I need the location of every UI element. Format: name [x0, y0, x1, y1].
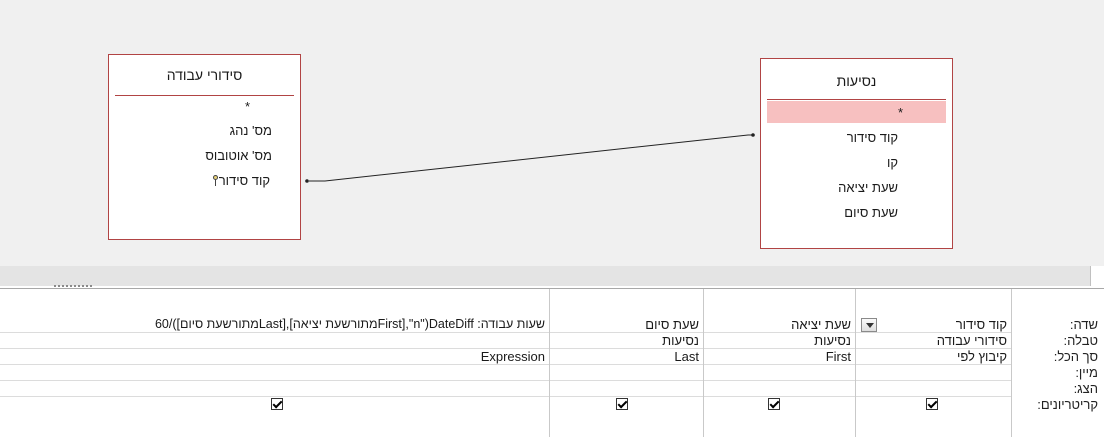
cell-table[interactable]: נסיעות	[550, 333, 703, 349]
field-all[interactable]: *	[245, 99, 250, 114]
field-departure-time[interactable]: שעת יציאה	[838, 180, 898, 195]
cell-sort[interactable]	[704, 365, 855, 381]
cell-total[interactable]: Expression	[0, 349, 549, 365]
table-box-trips[interactable]: נסיעות * קוד סידור קו שעת יציאה שעת סיום	[760, 58, 953, 249]
cell-total[interactable]: קיבוץ לפי	[856, 349, 1011, 365]
field-line[interactable]: קו	[887, 155, 898, 170]
table-title-separator	[115, 95, 294, 96]
cell-sort[interactable]	[0, 365, 549, 381]
row-label-sort: מיין:	[1075, 365, 1098, 380]
splitter-grip[interactable]	[54, 285, 94, 287]
row-label-table: טבלה:	[1063, 333, 1098, 348]
chevron-down-icon[interactable]	[861, 318, 877, 332]
field-schedule-code[interactable]: קוד סידור	[211, 173, 270, 188]
cell-field[interactable]: שעת סיום	[550, 317, 703, 333]
grid-column-1[interactable]: קוד סידור סידורי עבודה קיבוץ לפי	[855, 289, 1012, 437]
row-label-field: שדה:	[1069, 317, 1098, 332]
cell-criteria[interactable]	[704, 397, 855, 413]
cell-sort[interactable]	[856, 365, 1011, 381]
splitter-tab[interactable]	[1090, 266, 1104, 286]
cell-show	[0, 381, 549, 397]
pane-splitter[interactable]	[0, 266, 1090, 286]
field-label: קוד סידור	[218, 173, 270, 188]
cell-sort[interactable]	[550, 365, 703, 381]
field-end-time[interactable]: שעת סיום	[844, 205, 898, 220]
field-schedule-code[interactable]: קוד סידור	[847, 130, 898, 145]
table-title: נסיעות	[836, 73, 877, 89]
row-label-criteria: קריטריונים:	[1037, 397, 1098, 412]
cell-show	[550, 381, 703, 397]
cell-field[interactable]: שעות עבודה: DateDiff("n",[Firstמתורשעת י…	[0, 317, 549, 333]
cell-show	[704, 381, 855, 397]
cell-table[interactable]	[0, 333, 549, 349]
table-box-work-schedules[interactable]: סידורי עבודה * מס' נהג מס' אוטובוס קוד ס…	[108, 54, 301, 240]
field-all[interactable]: *	[898, 105, 903, 120]
table-title: סידורי עבודה	[166, 67, 243, 83]
grid-column-2[interactable]: שעת יציאה נסיעות First	[703, 289, 855, 437]
key-icon	[212, 175, 219, 186]
field-all-selection	[767, 101, 946, 123]
cell-show	[856, 381, 1011, 397]
table-title-separator	[767, 99, 946, 100]
cell-total[interactable]: Last	[550, 349, 703, 365]
relationship-pane[interactable]: סידורי עבודה * מס' נהג מס' אוטובוס קוד ס…	[0, 0, 1104, 266]
grid-column-3[interactable]: שעת סיום נסיעות Last	[549, 289, 703, 437]
grid-column-4[interactable]: שעות עבודה: DateDiff("n",[Firstמתורשעת י…	[0, 289, 549, 437]
cell-field[interactable]: קוד סידור	[856, 317, 1011, 333]
field-bus-no[interactable]: מס' אוטובוס	[205, 148, 272, 163]
field-driver-no[interactable]: מס' נהג	[230, 123, 272, 138]
cell-criteria[interactable]	[550, 397, 703, 413]
cell-criteria[interactable]	[856, 397, 1011, 413]
cell-total[interactable]: First	[704, 349, 855, 365]
query-design-grid[interactable]: שדה: טבלה: סך הכל: מיין: הצג: קריטריונים…	[0, 288, 1104, 437]
row-label-show: הצג:	[1073, 381, 1098, 396]
cell-criteria[interactable]	[0, 397, 549, 413]
row-label-total: סך הכל:	[1053, 349, 1098, 364]
cell-table[interactable]: סידורי עבודה	[856, 333, 1011, 349]
cell-table[interactable]: נסיעות	[704, 333, 855, 349]
cell-field[interactable]: שעת יציאה	[704, 317, 855, 333]
